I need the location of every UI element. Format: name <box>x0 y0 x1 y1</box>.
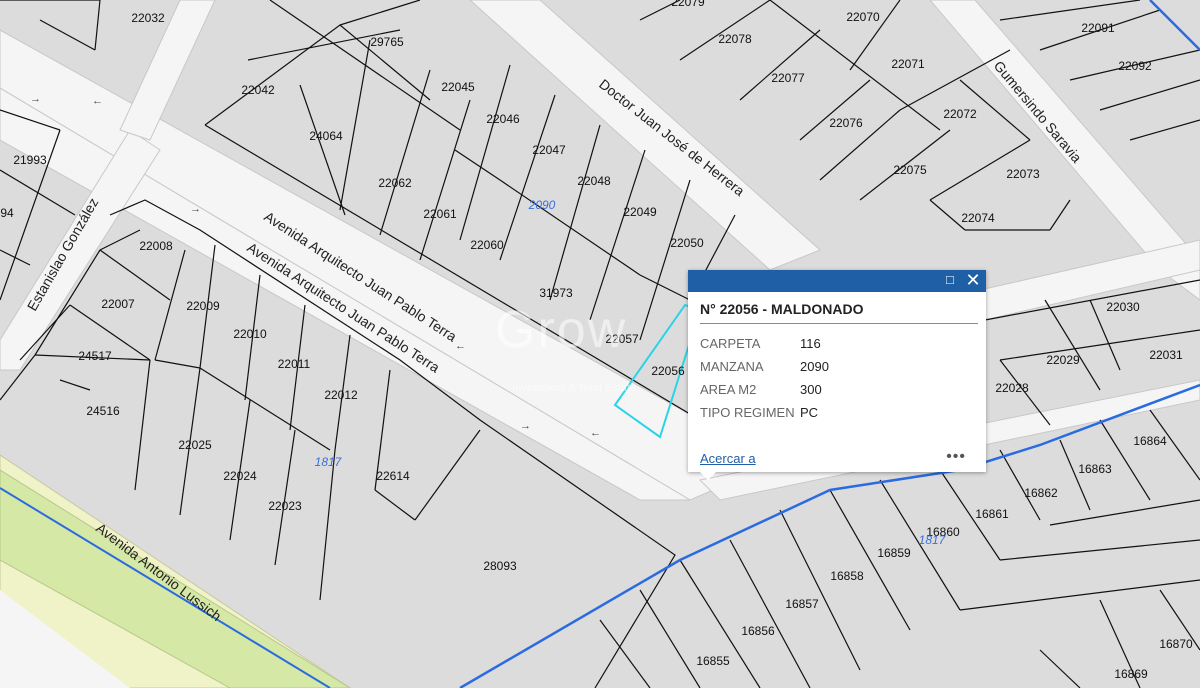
attribute-table: CARPETA 116 MANZANA 2090 AREA M2 300 TIP… <box>700 332 829 424</box>
lot-label: 16855 <box>696 654 730 668</box>
attribute-key: TIPO REGIMEN <box>700 405 795 420</box>
lot-label: 22050 <box>670 236 704 250</box>
lot-label: 22091 <box>1081 21 1115 35</box>
attribute-key: CARPETA <box>700 336 761 351</box>
lot-label: 16859 <box>877 546 911 560</box>
lot-label: 31973 <box>539 286 573 300</box>
attribute-key: MANZANA <box>700 359 764 374</box>
lot-label: 22042 <box>241 83 275 97</box>
table-row: TIPO REGIMEN PC <box>700 401 829 424</box>
parcel-popup: □ ✕ N° 22056 - MALDONADO CARPETA 116 MAN… <box>688 270 986 472</box>
lot-label: 22028 <box>995 381 1029 395</box>
block-label: 2090 <box>528 198 556 212</box>
lot-label: 22012 <box>324 388 358 402</box>
lot-label: 22045 <box>441 80 475 94</box>
lot-label: 16862 <box>1024 486 1058 500</box>
lot-label: 22010 <box>233 327 267 341</box>
lot-label: 22060 <box>470 238 504 252</box>
lot-label: 22056 <box>651 364 685 378</box>
lot-label: 28093 <box>483 559 517 573</box>
lot-label: 16870 <box>1159 637 1193 651</box>
attribute-value: 2090 <box>800 359 829 374</box>
maximize-icon[interactable]: □ <box>946 273 960 287</box>
lot-label: 22029 <box>1046 353 1080 367</box>
popup-footer: Acercar a ••• <box>688 442 986 472</box>
lot-label: 94 <box>0 206 14 220</box>
lot-label: 22009 <box>186 299 220 313</box>
arrow-icon: ← <box>455 340 466 352</box>
lot-label: 22025 <box>178 438 212 452</box>
lot-label: 21993 <box>13 153 47 167</box>
lot-label: 22061 <box>423 207 457 221</box>
table-row: AREA M2 300 <box>700 378 829 401</box>
lot-label: 24516 <box>86 404 120 418</box>
lot-label: 16869 <box>1114 667 1148 681</box>
arrow-icon: → <box>190 203 201 215</box>
lot-label: 22062 <box>378 176 412 190</box>
lot-label: 16861 <box>975 507 1009 521</box>
arrow-icon: ← <box>590 427 601 439</box>
cadastral-map[interactable]: 22032 22079 22070 22091 22078 22077 2207… <box>0 0 1200 688</box>
popup-title: N° 22056 - MALDONADO <box>700 301 978 324</box>
lot-label: 29765 <box>370 35 404 49</box>
lot-label: 22032 <box>131 11 165 25</box>
lot-label: 22049 <box>623 205 657 219</box>
more-options-icon[interactable]: ••• <box>946 448 966 466</box>
attribute-value: PC <box>800 405 819 420</box>
lot-label: 22008 <box>139 239 173 253</box>
lot-label: 22076 <box>829 116 863 130</box>
lot-label: 22031 <box>1149 348 1183 362</box>
lot-label: 24064 <box>309 129 343 143</box>
arrow-icon: → <box>30 93 41 105</box>
arrow-icon: ← <box>92 95 103 107</box>
lot-label: 16856 <box>741 624 775 638</box>
popup-header: □ ✕ <box>688 270 986 292</box>
lot-label: 22071 <box>891 57 925 71</box>
lot-label: 22092 <box>1118 59 1152 73</box>
lot-label: 22030 <box>1106 300 1140 314</box>
lot-label: 22075 <box>893 163 927 177</box>
zoom-to-link[interactable]: Acercar a <box>700 451 756 466</box>
arrow-icon: → <box>520 420 531 432</box>
block-label: 1817 <box>919 533 947 547</box>
lot-label: 22023 <box>268 499 302 513</box>
lot-label: 22074 <box>961 211 995 225</box>
lot-label: 22057 <box>605 332 639 346</box>
lot-label: 22070 <box>846 10 880 24</box>
lot-label: 22047 <box>532 143 566 157</box>
lot-label: 22046 <box>486 112 520 126</box>
lot-label: 16864 <box>1133 434 1167 448</box>
popup-pointer <box>700 472 716 480</box>
attribute-value: 300 <box>800 382 822 397</box>
table-row: MANZANA 2090 <box>700 355 829 378</box>
lot-label: 22079 <box>671 0 705 9</box>
lot-label: 22024 <box>223 469 257 483</box>
lot-label: 22007 <box>101 297 135 311</box>
lot-label: 22078 <box>718 32 752 46</box>
lot-label: 16857 <box>785 597 819 611</box>
close-icon[interactable]: ✕ <box>964 271 982 289</box>
lot-label: 22072 <box>943 107 977 121</box>
lot-label: 22614 <box>376 469 410 483</box>
block-label: 1817 <box>315 455 343 469</box>
attribute-value: 116 <box>800 336 821 351</box>
lot-label: 22077 <box>771 71 805 85</box>
lot-label: 24517 <box>78 349 112 363</box>
lot-label: 16858 <box>830 569 864 583</box>
attribute-key: AREA M2 <box>700 382 757 397</box>
lot-label: 16863 <box>1078 462 1112 476</box>
lot-label: 22011 <box>278 357 311 371</box>
lot-label: 22048 <box>577 174 611 188</box>
lot-label: 22073 <box>1006 167 1040 181</box>
table-row: CARPETA 116 <box>700 332 829 355</box>
